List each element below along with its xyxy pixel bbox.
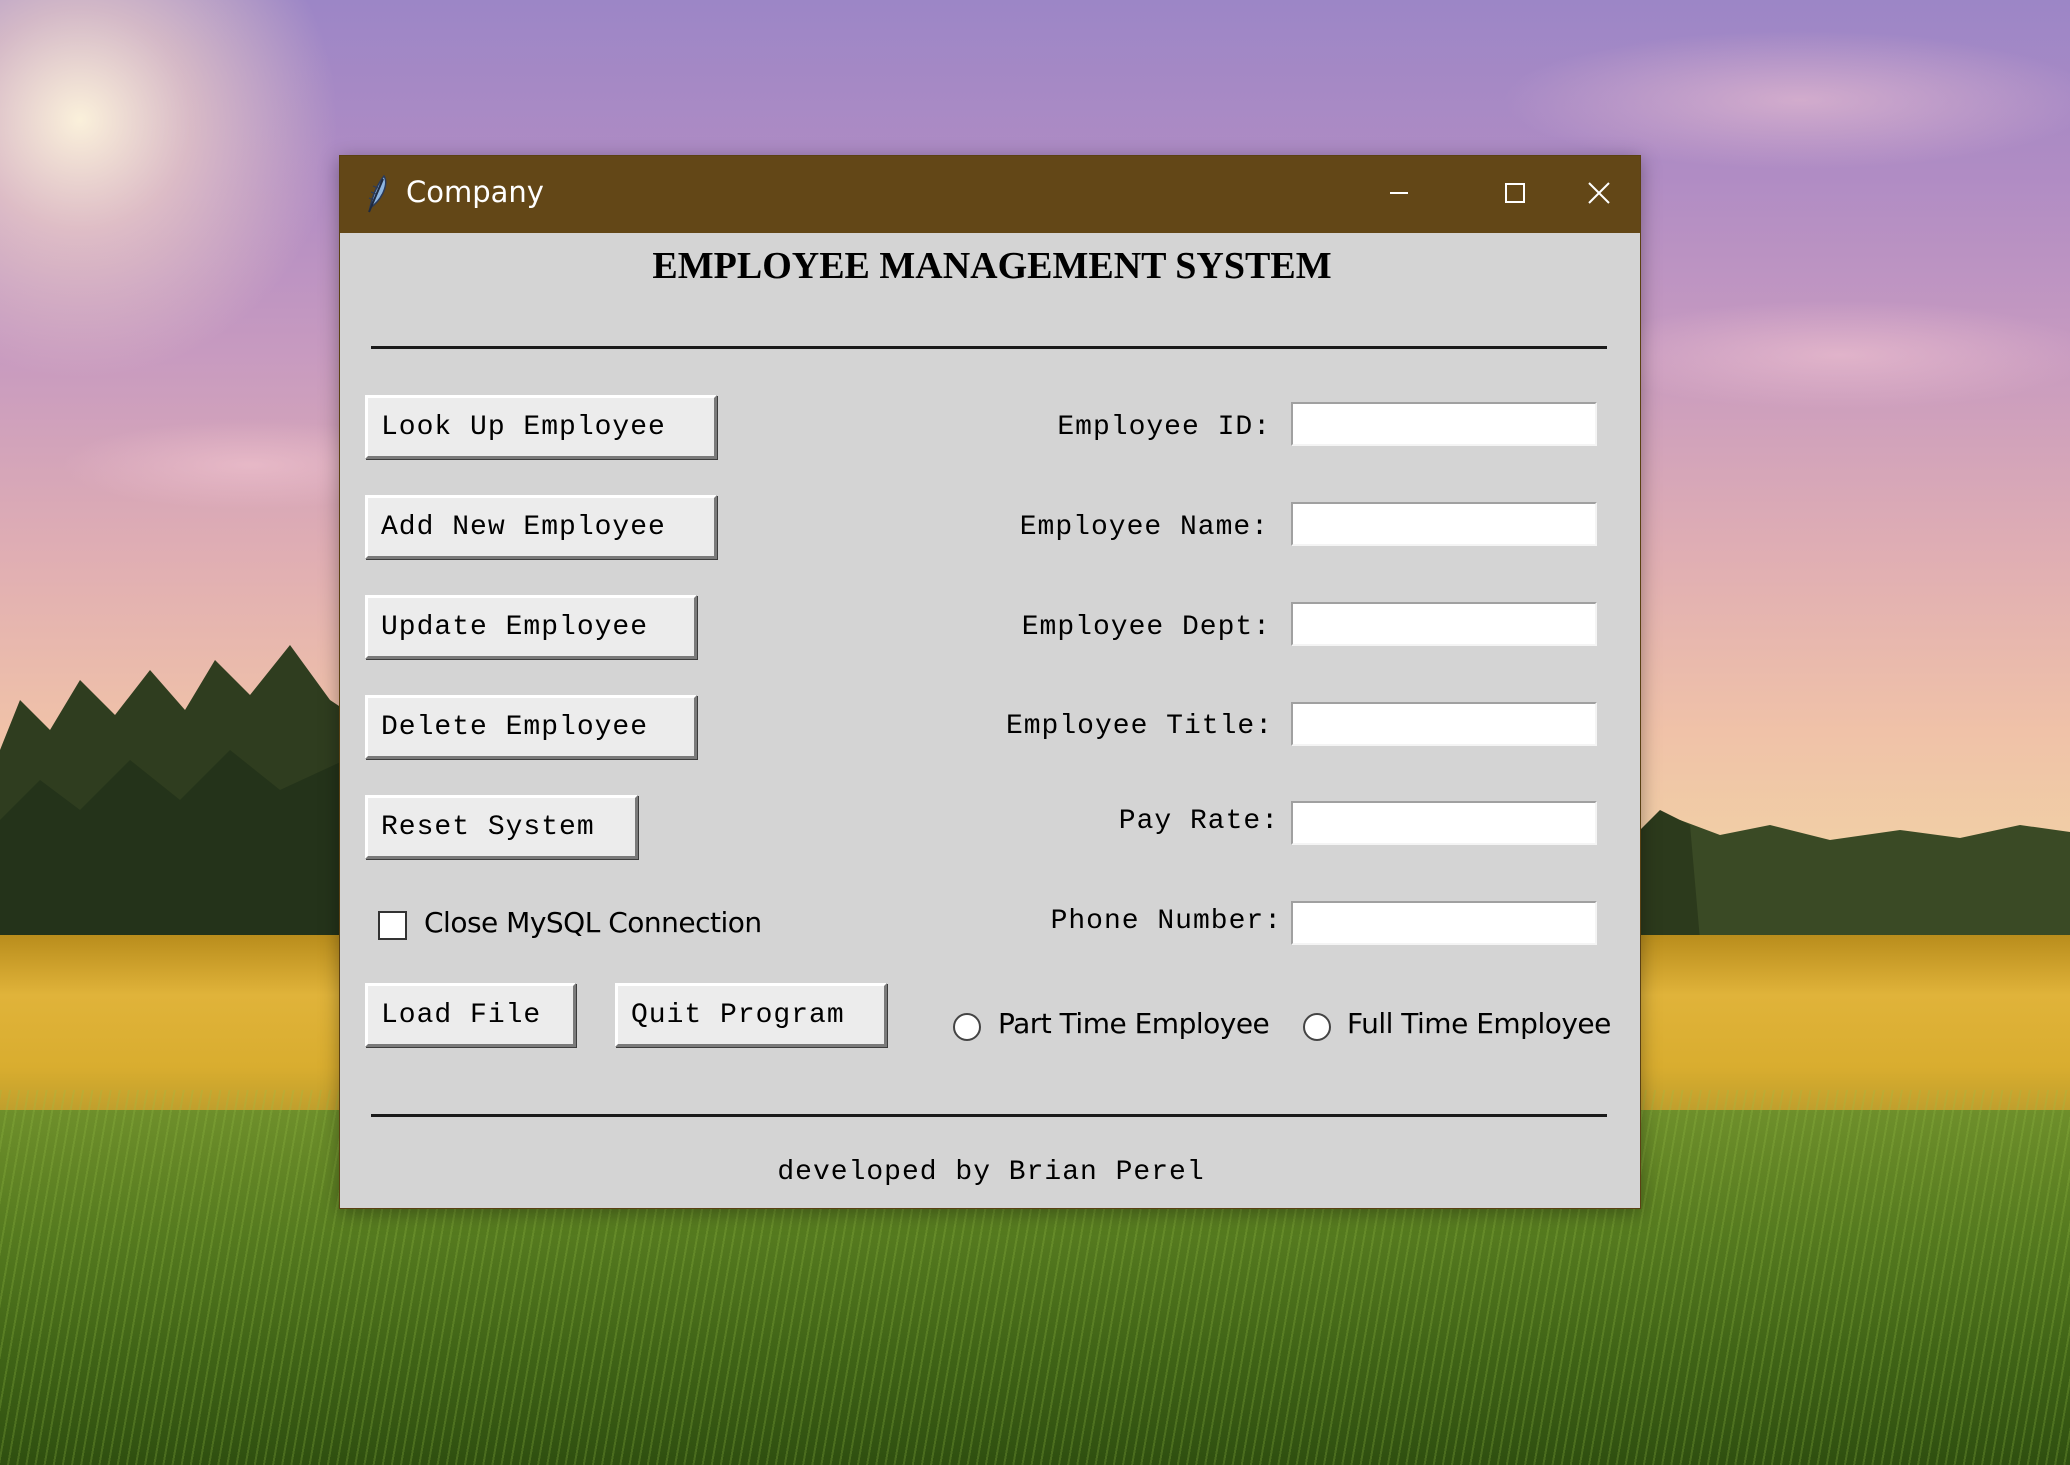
update-employee-button[interactable]: Update Employee xyxy=(365,595,697,659)
developer-credit: developed by Brian Perel xyxy=(777,1157,1205,1188)
title-bar[interactable]: Company xyxy=(340,156,1640,233)
part-time-radio[interactable] xyxy=(953,1013,981,1041)
employee-dept-label: Employee Dept: xyxy=(1021,612,1271,643)
phone-number-label: Phone Number: xyxy=(1050,906,1282,937)
app-window: Company EMPLOYEE MANAGEMENT SYSTEM Look … xyxy=(339,155,1641,1209)
minimize-button[interactable] xyxy=(1341,156,1457,233)
load-file-button[interactable]: Load File xyxy=(365,983,576,1047)
full-time-label: Full Time Employee xyxy=(1347,1007,1611,1040)
maximize-icon xyxy=(1504,182,1526,208)
quit-program-button[interactable]: Quit Program xyxy=(615,983,887,1047)
reset-system-button[interactable]: Reset System xyxy=(365,795,638,859)
look-up-employee-button[interactable]: Look Up Employee xyxy=(365,395,717,459)
employee-dept-input[interactable] xyxy=(1291,602,1597,646)
maximize-button[interactable] xyxy=(1457,156,1573,233)
wallpaper-cloud xyxy=(1500,30,2070,170)
top-divider xyxy=(371,346,1607,349)
feather-icon xyxy=(364,174,390,214)
phone-number-input[interactable] xyxy=(1291,901,1597,945)
employee-id-input[interactable] xyxy=(1291,402,1597,446)
close-mysql-label: Close MySQL Connection xyxy=(424,906,762,939)
employee-id-label: Employee ID: xyxy=(1057,412,1271,443)
employee-name-input[interactable] xyxy=(1291,502,1597,546)
delete-employee-button[interactable]: Delete Employee xyxy=(365,695,697,759)
page-title: EMPLOYEE MANAGEMENT SYSTEM xyxy=(652,245,1332,287)
minimize-icon xyxy=(1388,182,1410,208)
add-new-employee-button[interactable]: Add New Employee xyxy=(365,495,717,559)
wallpaper-sun-glow xyxy=(0,0,340,380)
pay-rate-input[interactable] xyxy=(1291,801,1597,845)
close-button[interactable] xyxy=(1573,156,1640,233)
bottom-divider xyxy=(371,1114,1607,1117)
full-time-radio[interactable] xyxy=(1303,1013,1331,1041)
close-icon xyxy=(1587,181,1611,209)
close-mysql-checkbox[interactable] xyxy=(378,911,407,940)
employee-title-input[interactable] xyxy=(1291,702,1597,746)
employee-name-label: Employee Name: xyxy=(1019,512,1269,543)
part-time-label: Part Time Employee xyxy=(998,1007,1270,1040)
employee-title-label: Employee Title: xyxy=(1005,711,1273,742)
window-title: Company xyxy=(406,175,544,209)
wallpaper-cloud xyxy=(1580,300,2070,410)
pay-rate-label: Pay Rate: xyxy=(1118,806,1279,837)
